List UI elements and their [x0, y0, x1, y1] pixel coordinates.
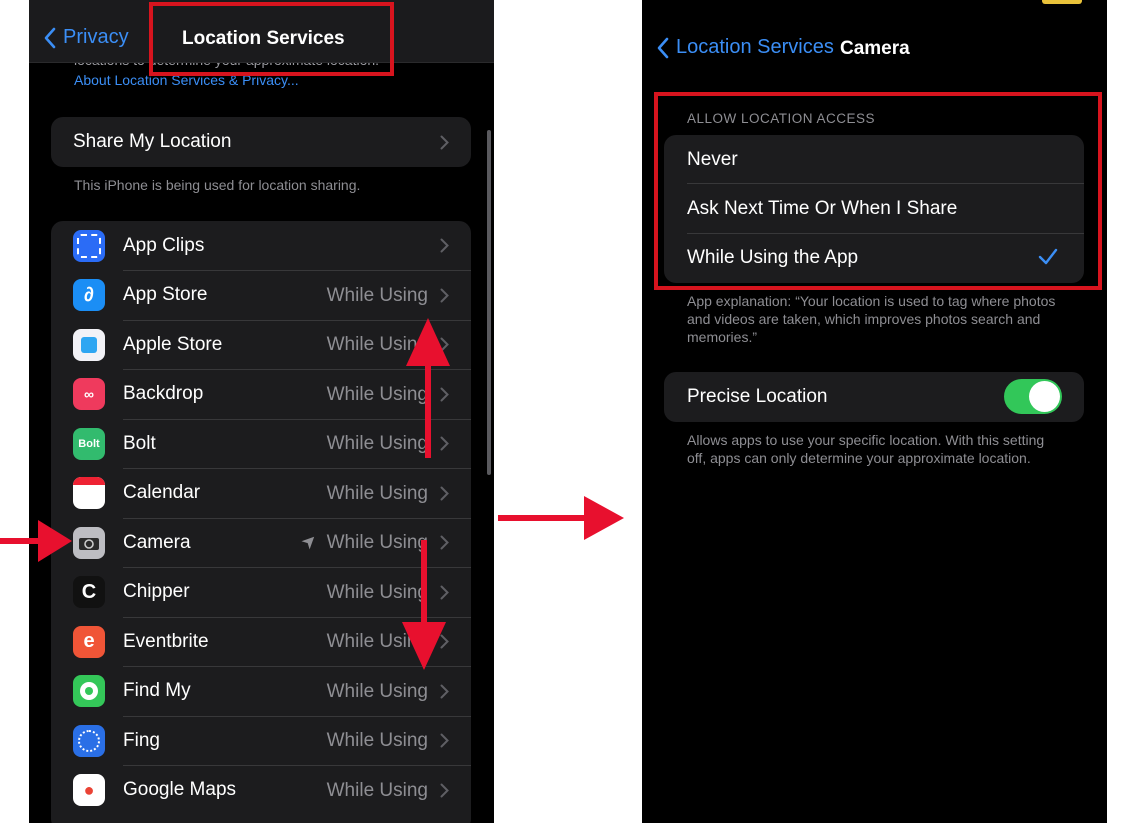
- chevron-right-icon: [440, 337, 449, 352]
- find-my-icon: [73, 675, 105, 708]
- page-title: Camera: [840, 38, 910, 59]
- location-services-screen: locations to determine your approximate …: [29, 0, 494, 823]
- location-permission-value: While Using: [326, 680, 428, 702]
- chevron-right-icon: [440, 387, 449, 401]
- app-row-camera[interactable]: Camera While Using ➤: [51, 518, 471, 568]
- back-label: Location Services: [676, 36, 834, 58]
- app-row-bolt[interactable]: Bolt Bolt While Using: [51, 419, 471, 469]
- chevron-right-icon: [440, 634, 449, 649]
- app-name: Apple Store: [123, 333, 223, 355]
- transition-arrow: [498, 496, 624, 540]
- eventbrite-icon: e: [73, 625, 105, 658]
- bolt-icon: Bolt: [73, 427, 105, 460]
- chevron-right-icon: [440, 238, 449, 253]
- location-permission-value: While Using: [326, 284, 428, 306]
- app-name: Chipper: [123, 581, 190, 603]
- app-store-icon: ∂: [73, 279, 105, 312]
- location-permission-value: While Using: [326, 779, 428, 801]
- fing-icon: [73, 724, 105, 757]
- app-row-find-my[interactable]: Find My While Using: [51, 667, 471, 717]
- chevron-right-icon: [440, 288, 449, 302]
- app-row-fing[interactable]: Fing While Using: [51, 716, 471, 766]
- app-name: Camera: [123, 531, 191, 553]
- app-row-eventbrite[interactable]: e Eventbrite While Using: [51, 617, 471, 667]
- precise-location-toggle[interactable]: [1004, 379, 1062, 414]
- chevron-right-icon: [440, 535, 449, 550]
- share-my-location-label: Share My Location: [73, 131, 232, 152]
- chevron-right-icon: [440, 436, 449, 451]
- chevron-right-icon: [440, 783, 449, 797]
- precise-location-label: Precise Location: [687, 386, 828, 407]
- location-permission-value: While Using: [326, 532, 428, 553]
- chevron-right-icon: [440, 684, 449, 698]
- battery-icon: [1042, 0, 1082, 4]
- chevron-left-icon: [44, 27, 56, 48]
- location-permission-value: While Using: [326, 581, 428, 603]
- toggle-knob: [1029, 381, 1060, 412]
- back-label: Privacy: [63, 26, 129, 48]
- app-name: Fing: [123, 729, 160, 751]
- chipper-icon: C: [73, 576, 105, 609]
- location-permission-value: While Using: [326, 334, 428, 355]
- app-row-chipper[interactable]: C Chipper While Using: [51, 568, 471, 618]
- chevron-right-icon: [440, 135, 449, 150]
- share-note: This iPhone is being used for location s…: [74, 177, 361, 193]
- precise-location-row: Precise Location: [664, 372, 1084, 422]
- location-permission-value: While Using: [326, 631, 428, 652]
- location-permission-value: While Using: [326, 730, 428, 751]
- app-name: App Clips: [123, 234, 205, 256]
- camera-icon: [73, 526, 105, 559]
- back-button[interactable]: Location Services: [656, 36, 834, 59]
- location-permission-value: While Using: [326, 383, 428, 405]
- chevron-right-icon: [440, 733, 449, 748]
- app-name: Google Maps: [123, 779, 237, 801]
- highlight-box-title: [149, 2, 394, 76]
- scrollbar[interactable]: [487, 130, 491, 475]
- backdrop-icon: ∞: [73, 378, 105, 411]
- nav-bar: Location Services Camera: [642, 0, 1107, 90]
- location-permission-value: While Using: [326, 482, 428, 504]
- chevron-right-icon: [440, 486, 449, 500]
- app-row-calendar[interactable]: Calendar While Using: [51, 469, 471, 519]
- app-name: Calendar: [123, 482, 201, 504]
- location-permission-value: While Using: [326, 433, 428, 454]
- highlight-box-options: [654, 92, 1102, 290]
- app-name: Backdrop: [123, 383, 204, 405]
- app-row-google-maps[interactable]: ● Google Maps While Using: [51, 766, 471, 816]
- app-row-apple-store[interactable]: Apple Store While Using: [51, 320, 471, 370]
- app-name: Eventbrite: [123, 630, 209, 652]
- app-clips-icon: [73, 229, 105, 262]
- app-row-app-clips[interactable]: App Clips: [51, 221, 471, 271]
- app-explanation: App explanation: “Your location is used …: [687, 293, 1056, 345]
- back-button[interactable]: Privacy: [43, 26, 129, 49]
- app-list: App Clips ∂ App Store While Using Apple Stor…: [51, 221, 471, 823]
- app-row-backdrop[interactable]: ∞ Backdrop While Using: [51, 370, 471, 420]
- apple-store-icon: [73, 328, 105, 361]
- app-name: Bolt: [123, 432, 156, 454]
- google-maps-icon: ●: [73, 774, 105, 807]
- chevron-right-icon: [440, 585, 449, 599]
- app-name: App Store: [123, 284, 208, 306]
- calendar-icon: [73, 477, 105, 510]
- location-arrow-icon: ➤: [296, 528, 322, 554]
- app-name: Find My: [123, 680, 191, 702]
- app-row-app-store[interactable]: ∂ App Store While Using: [51, 271, 471, 321]
- precise-note: Allows apps to use your specific locatio…: [687, 432, 1045, 466]
- chevron-left-icon: [657, 37, 669, 58]
- share-my-location-row[interactable]: Share My Location: [51, 117, 471, 167]
